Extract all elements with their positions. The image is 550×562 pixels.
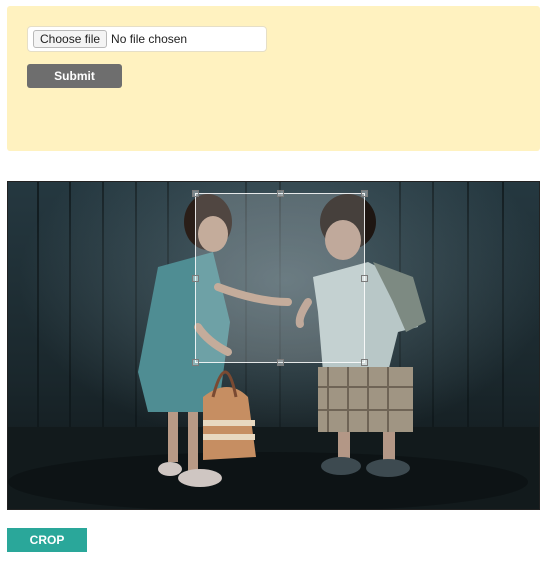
crop-handle-w[interactable] <box>192 275 199 282</box>
submit-button[interactable]: Submit <box>27 64 122 88</box>
crop-handle-se[interactable] <box>361 359 368 366</box>
crop-button[interactable]: CROP <box>7 528 87 552</box>
crop-handle-e[interactable] <box>361 275 368 282</box>
crop-handle-sw[interactable] <box>192 359 199 366</box>
file-input[interactable]: Choose file No file chosen <box>27 26 267 52</box>
choose-file-button[interactable]: Choose file <box>33 30 108 48</box>
crop-selection[interactable] <box>192 190 368 366</box>
crop-handle-ne[interactable] <box>361 190 368 197</box>
image-cropper[interactable] <box>7 181 540 510</box>
crop-handle-n[interactable] <box>277 190 284 197</box>
crop-handle-nw[interactable] <box>192 190 199 197</box>
crop-handle-s[interactable] <box>277 359 284 366</box>
file-status-text: No file chosen <box>111 32 188 46</box>
upload-panel: Choose file No file chosen Submit <box>7 6 540 151</box>
